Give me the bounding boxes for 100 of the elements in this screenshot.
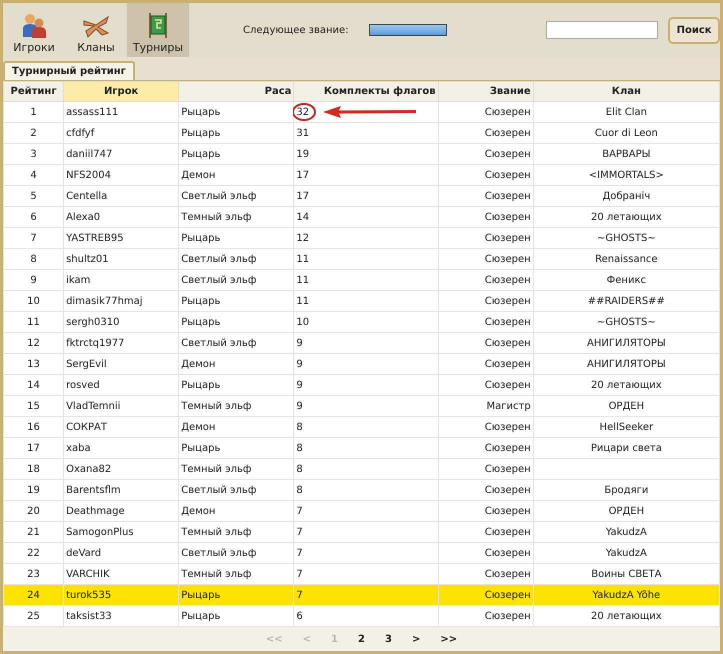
table-cell: xaba <box>66 442 91 454</box>
table-cell: 9 <box>30 274 37 286</box>
column-header[interactable]: Звание <box>438 82 534 102</box>
table-cell: Сюзерен <box>484 590 531 600</box>
table-cell: Сюзерен <box>484 484 531 496</box>
table-cell: Сюзерен <box>484 106 531 118</box>
table-row[interactable]: 23 VARCHIK Темный эльф 7 Сюзерен Воины СВЕТА <box>4 564 720 584</box>
search-field[interactable] <box>546 21 658 39</box>
table-cell: 9 <box>296 338 303 348</box>
table-cell: Рицари света <box>590 442 662 454</box>
column-header[interactable]: Комплекты флагов <box>294 82 438 102</box>
table-row[interactable]: 12 fktrctq1977 Светлый эльф 9 Сюзерен АНИГИЛЯТОРЫ <box>4 332 720 354</box>
table-cell: YakudzA Yõhe <box>592 590 660 600</box>
table-cell: 8 <box>296 442 303 454</box>
table-cell: Сюзерен <box>484 190 531 202</box>
table-cell: Сюзерен <box>484 232 531 244</box>
table-cell: Сюзерен <box>484 506 531 516</box>
table-row[interactable]: 1 assass111 Рыцарь 32 Сюзерен Elit Clan <box>4 102 720 122</box>
table-row[interactable]: 4 NFS2004 Демон 17 Сюзерен <IMMORTALS> <box>4 164 720 186</box>
table-cell: Темный эльф <box>181 212 252 222</box>
table-cell: Oxana82 <box>66 464 112 474</box>
table-row[interactable]: 14 rosved Рыцарь 9 Сюзерен 20 летающих <box>4 374 720 396</box>
table-row[interactable]: 21 SamogonPlus Темный эльф 7 Сюзерен YakudzA <box>4 522 720 542</box>
table-row[interactable]: 11 sergh0310 Рыцарь 10 Сюзерен ~GHOSTS~ <box>4 312 720 332</box>
table-cell: Renaissance <box>595 254 658 264</box>
table-row[interactable]: 24 turok535 Рыцарь 7 Сюзерен YakudzA Yõhe <box>4 584 720 606</box>
page-link[interactable]: > <box>412 634 420 645</box>
table-row[interactable]: 7 YASTREB95 Рыцарь 12 Сюзерен ~GHOSTS~ <box>4 228 720 248</box>
table-cell: 19 <box>27 484 40 496</box>
table-cell: Barentsflm <box>66 484 121 496</box>
table-cell: 11 <box>296 274 310 286</box>
table-cell: 6 <box>30 212 37 222</box>
table-cell: Сюзерен <box>484 274 531 286</box>
table-cell: 17 <box>296 170 310 180</box>
column-header[interactable]: Клан <box>533 82 720 102</box>
table-cell: 19 <box>296 148 310 160</box>
table-cell: Рыцарь <box>181 232 220 244</box>
table-row[interactable]: 20 Deathmage Демон 7 Сюзерен ОРДЕН <box>4 500 720 522</box>
table-cell: АНИГИЛЯТОРЫ <box>586 358 666 370</box>
nav-tab[interactable]: Игроки <box>3 3 65 57</box>
page-link[interactable]: >> <box>440 634 458 645</box>
table-cell: YASTREB95 <box>66 232 124 244</box>
table-cell: Сюзерен <box>484 442 531 454</box>
table-cell: ВАРВАРЫ <box>602 148 650 160</box>
table-cell: 14 <box>27 380 40 390</box>
table-cell: 20 летающих <box>591 380 662 390</box>
table-row[interactable]: 18 Oxana82 Темный эльф 8 Сюзерен <box>4 458 720 480</box>
table-cell: 8 <box>30 254 37 264</box>
table-row[interactable]: 10 dimasik77hmaj Рыцарь 11 Сюзерен ##RAIDERS## <box>4 290 720 312</box>
tab[interactable]: Турнирный рейтинг <box>3 61 135 80</box>
table-cell: 4 <box>30 170 37 180</box>
table-row[interactable]: 22 deVard Светлый эльф 7 Сюзерен YakudzA <box>4 542 720 564</box>
table-row[interactable]: 9 ikam Светлый эльф 11 Сюзерен Феникс <box>4 270 720 290</box>
table-cell: Deathmage <box>66 506 125 516</box>
table-cell: СОКРАТ <box>66 422 108 432</box>
table-cell: ikam <box>66 274 90 286</box>
table-cell: Сюзерен <box>484 296 531 306</box>
table-cell: Темный эльф <box>181 464 252 474</box>
table-cell: Рыцарь <box>181 128 220 138</box>
table-cell: cfdfyf <box>66 128 94 138</box>
table-cell: 9 <box>296 400 303 412</box>
table-cell: deVard <box>66 548 102 558</box>
nav-tab[interactable]: Кланы <box>65 3 127 57</box>
table-cell: 20 летающих <box>591 212 662 222</box>
table-row[interactable]: 2 cfdfyf Рыцарь 31 Сюзерен Cuor di Leon <box>4 122 720 144</box>
column-header[interactable]: Рейтинг <box>4 82 64 102</box>
table-cell: 7 <box>296 548 303 558</box>
table-cell: Сюзерен <box>484 464 531 474</box>
table-cell: NFS2004 <box>66 170 111 180</box>
table-cell: 3 <box>30 148 37 160</box>
table-row[interactable]: 17 xaba Рыцарь 8 Сюзерен Рицари света <box>4 438 720 458</box>
table-row[interactable]: 3 daniil747 Рыцарь 19 Сюзерен ВАРВАРЫ <box>4 144 720 164</box>
table-cell: Сюзерен <box>484 380 531 390</box>
column-header[interactable]: Игрок <box>64 82 179 102</box>
table-cell: 12 <box>27 338 40 348</box>
table-cell: 9 <box>296 380 303 390</box>
column-header[interactable]: Раса <box>178 82 294 102</box>
table-cell: Сюзерен <box>484 422 531 432</box>
table-row[interactable]: 19 Barentsflm Светлый эльф 8 Сюзерен Бродяги <box>4 480 720 500</box>
search-button[interactable]: Поиск <box>668 16 720 44</box>
table-row[interactable]: 5 Centella Светлый эльф 17 Сюзерен Добраніч <box>4 186 720 206</box>
table-row[interactable]: 15 VladTemnii Темный эльф 9 Магистр ОРДЕН <box>4 396 720 416</box>
table-cell: 13 <box>27 358 40 370</box>
table-cell: Бродяги <box>604 484 648 496</box>
nav-tab[interactable]: Турниры <box>127 3 189 57</box>
table-cell: 24 <box>27 590 40 600</box>
table-row[interactable]: 6 Alexa0 Темный эльф 14 Сюзерен 20 летающих <box>4 206 720 228</box>
table-row[interactable]: 13 SergEvil Демон 9 Сюзерен АНИГИЛЯТОРЫ <box>4 354 720 374</box>
table-row[interactable]: 8 shultz01 Светлый эльф 11 Сюзерен Renaissance <box>4 248 720 270</box>
table-row[interactable]: 16 СОКРАТ Демон 8 Сюзерен HellSeeker <box>4 416 720 438</box>
table-cell: 8 <box>296 464 303 474</box>
page-link[interactable]: 2 <box>358 634 365 645</box>
table-row[interactable]: 25 taksist33 Рыцарь 6 Сюзерен 20 летающих <box>4 606 720 626</box>
table-cell: 8 <box>296 484 303 496</box>
table-cell: shultz01 <box>66 254 109 264</box>
table-cell: 10 <box>296 316 310 328</box>
table-cell: Демон <box>181 358 216 370</box>
page-link[interactable]: 3 <box>384 634 392 645</box>
table-cell: 32 <box>296 106 310 118</box>
table-cell: Светлый эльф <box>181 254 256 264</box>
